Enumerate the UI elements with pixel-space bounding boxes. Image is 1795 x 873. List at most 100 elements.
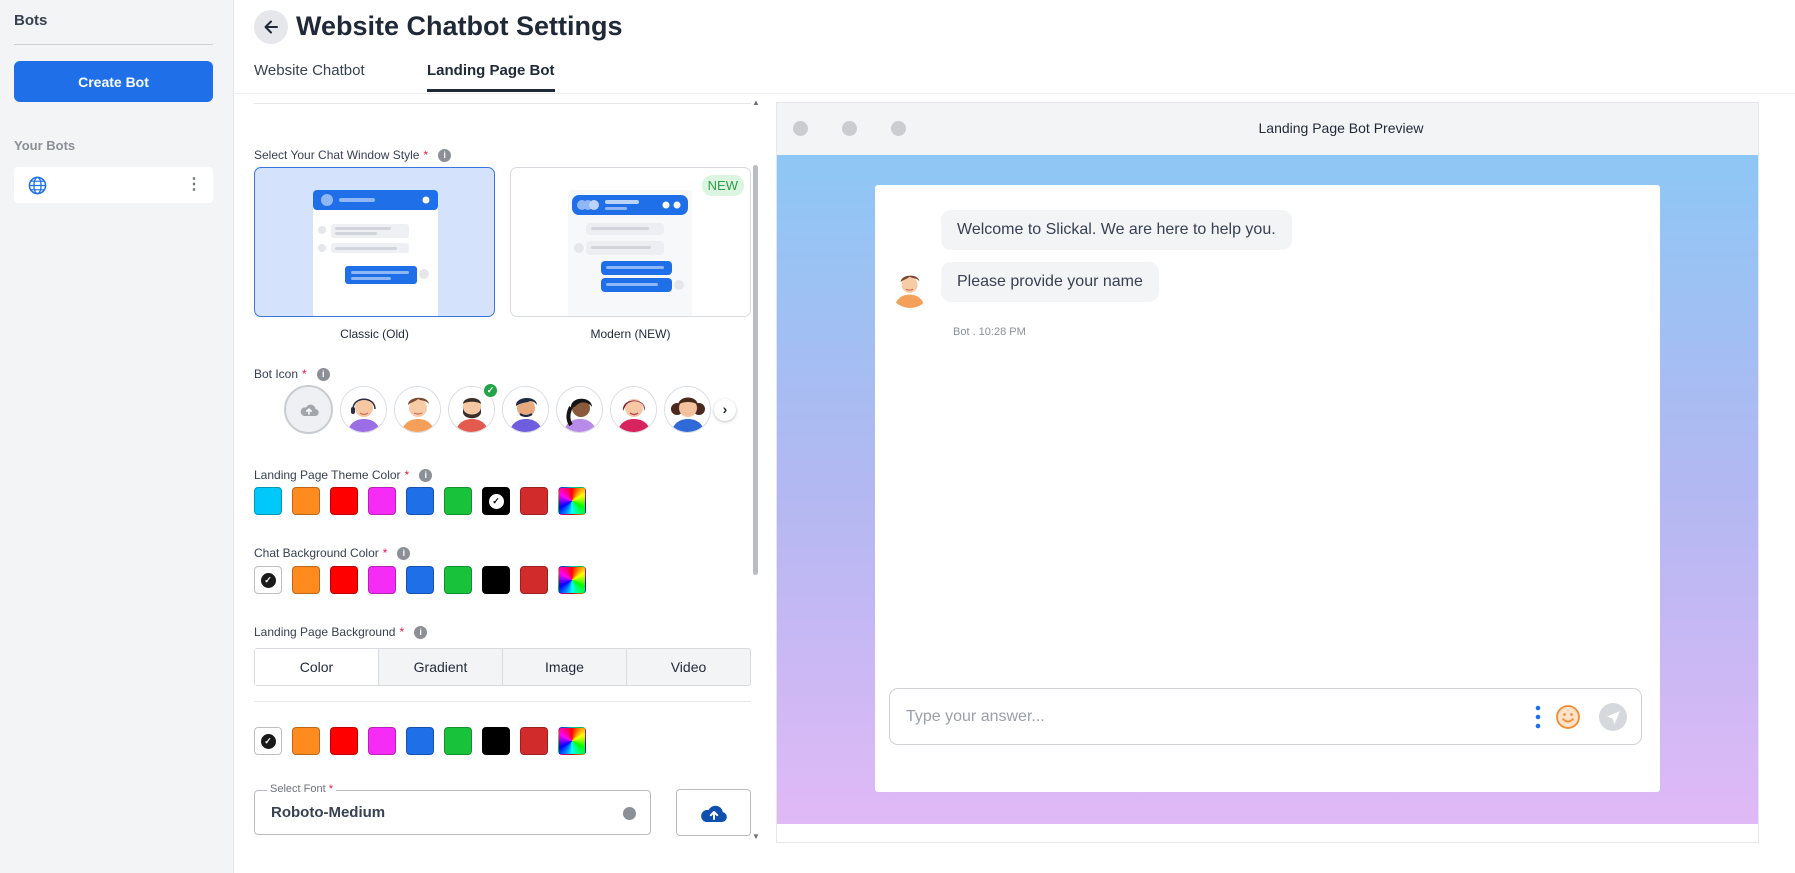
scroll-up-arrow-icon[interactable]: ▲ — [752, 98, 760, 107]
color-swatch[interactable] — [368, 487, 396, 515]
color-swatch[interactable] — [406, 487, 434, 515]
chat-bg-color-label-text: Chat Background Color — [254, 546, 379, 560]
style-caption-classic: Classic (Old) — [340, 327, 409, 341]
cloud-upload-icon — [300, 404, 319, 416]
sidebar: Bots Create Bot Your Bots ⋮ — [0, 0, 234, 873]
send-button[interactable] — [1599, 703, 1627, 731]
font-upload-button[interactable] — [676, 789, 751, 836]
landing-bg-swatches: ✓ — [254, 727, 586, 755]
bot-message: Please provide your name — [941, 262, 1159, 302]
theme-color-label-text: Landing Page Theme Color — [254, 468, 401, 482]
avatar-curly-woman[interactable] — [664, 386, 711, 433]
scroll-down-arrow-icon[interactable]: ▼ — [752, 832, 760, 841]
bot-message: Welcome to Slickal. We are here to help … — [941, 210, 1292, 250]
bot-menu-icon[interactable]: ⋮ — [186, 176, 202, 194]
info-icon[interactable]: i — [438, 148, 452, 162]
landing-bg-tabs: Color Gradient Image Video — [254, 648, 751, 686]
color-swatch[interactable]: ✓ — [482, 487, 510, 515]
color-swatch[interactable] — [292, 487, 320, 515]
info-icon[interactable] — [623, 807, 636, 820]
preview-background: Welcome to Slickal. We are here to help … — [777, 155, 1758, 824]
color-swatch[interactable] — [330, 566, 358, 594]
color-swatch[interactable] — [254, 487, 282, 515]
selected-check-icon: ✓ — [483, 383, 498, 398]
info-icon[interactable]: i — [414, 625, 428, 639]
avatar-young-man[interactable] — [394, 386, 441, 433]
avatar-headset-woman[interactable] — [340, 386, 387, 433]
custom-color-swatch[interactable] — [558, 487, 586, 515]
selected-check-icon: ✓ — [488, 493, 504, 509]
selected-check-icon: ✓ — [260, 572, 276, 588]
custom-color-swatch[interactable] — [558, 727, 586, 755]
tab-bg-color[interactable]: Color — [255, 649, 379, 685]
back-button[interactable] — [254, 10, 288, 44]
color-swatch[interactable] — [444, 566, 472, 594]
required-mark: * — [423, 148, 429, 162]
color-swatch[interactable] — [330, 727, 358, 755]
upload-avatar-button[interactable] — [284, 385, 333, 434]
color-swatch[interactable] — [520, 566, 548, 594]
panel-divider — [254, 103, 751, 104]
bot-avatar — [889, 266, 931, 308]
required-mark: * — [302, 367, 307, 381]
scroll-thumb[interactable] — [753, 165, 758, 575]
create-bot-button[interactable]: Create Bot — [14, 61, 213, 102]
landing-bg-label: Landing Page Background * i — [254, 625, 428, 639]
emoji-icon[interactable] — [1555, 704, 1581, 730]
custom-color-swatch[interactable] — [558, 566, 586, 594]
color-swatch[interactable] — [520, 487, 548, 515]
theme-color-label: Landing Page Theme Color * i — [254, 468, 433, 482]
landing-bg-label-text: Landing Page Background — [254, 625, 396, 639]
avatar-braid-woman[interactable] — [556, 386, 603, 433]
color-swatch[interactable] — [444, 727, 472, 755]
info-icon[interactable]: i — [316, 367, 330, 381]
chevron-right-icon[interactable]: › — [714, 399, 736, 421]
section-divider — [254, 701, 751, 702]
font-label-text: Select Font — [270, 783, 326, 795]
settings-panel: Select Your Chat Window Style * i Classi… — [254, 94, 751, 873]
color-swatch[interactable] — [368, 566, 396, 594]
globe-icon — [28, 176, 47, 195]
selected-check-icon: ✓ — [260, 733, 276, 749]
color-swatch[interactable] — [444, 487, 472, 515]
tab-bg-gradient[interactable]: Gradient — [379, 649, 503, 685]
sidebar-bot-item[interactable]: ⋮ — [14, 167, 213, 203]
style-card-classic[interactable] — [254, 167, 495, 317]
font-select-value: Roboto-Medium — [271, 804, 386, 821]
arrow-left-icon — [264, 20, 278, 34]
cloud-upload-icon — [700, 805, 727, 822]
bot-icon-label: Bot Icon * i — [254, 367, 330, 381]
color-swatch[interactable] — [406, 566, 434, 594]
info-icon[interactable]: i — [397, 546, 411, 560]
color-swatch[interactable] — [292, 727, 320, 755]
your-bots-heading: Your Bots — [14, 138, 76, 153]
color-swatch[interactable] — [520, 727, 548, 755]
page-title: Website Chatbot Settings — [296, 11, 623, 41]
tab-website-chatbot[interactable]: Website Chatbot — [254, 62, 365, 89]
window-style-label: Select Your Chat Window Style * i — [254, 148, 452, 162]
color-swatch[interactable] — [330, 487, 358, 515]
color-swatch[interactable] — [406, 727, 434, 755]
color-swatch[interactable]: ✓ — [254, 727, 282, 755]
tab-landing-page-bot[interactable]: Landing Page Bot — [427, 62, 555, 92]
avatar-curly-man[interactable] — [502, 386, 549, 433]
chat-input[interactable]: Type your answer... — [889, 688, 1642, 745]
settings-scrollbar[interactable]: ▲ ▼ — [752, 98, 760, 841]
chat-bg-color-label: Chat Background Color * i — [254, 546, 411, 560]
preview-titlebar: Landing Page Bot Preview — [777, 103, 1758, 155]
tab-bg-image[interactable]: Image — [503, 649, 627, 685]
tab-bg-video[interactable]: Video — [627, 649, 750, 685]
font-select[interactable]: Select Font * Roboto-Medium — [254, 783, 651, 835]
color-swatch[interactable] — [292, 566, 320, 594]
chat-window: Welcome to Slickal. We are here to help … — [875, 185, 1660, 792]
color-swatch[interactable] — [368, 727, 396, 755]
info-icon[interactable]: i — [419, 468, 433, 482]
style-card-modern[interactable]: NEW — [510, 167, 751, 317]
required-mark: * — [404, 468, 410, 482]
color-swatch[interactable]: ✓ — [254, 566, 282, 594]
avatar-pink-woman[interactable] — [610, 386, 657, 433]
more-vertical-icon[interactable] — [1534, 704, 1542, 730]
required-mark: * — [328, 783, 333, 795]
color-swatch[interactable] — [482, 727, 510, 755]
color-swatch[interactable] — [482, 566, 510, 594]
